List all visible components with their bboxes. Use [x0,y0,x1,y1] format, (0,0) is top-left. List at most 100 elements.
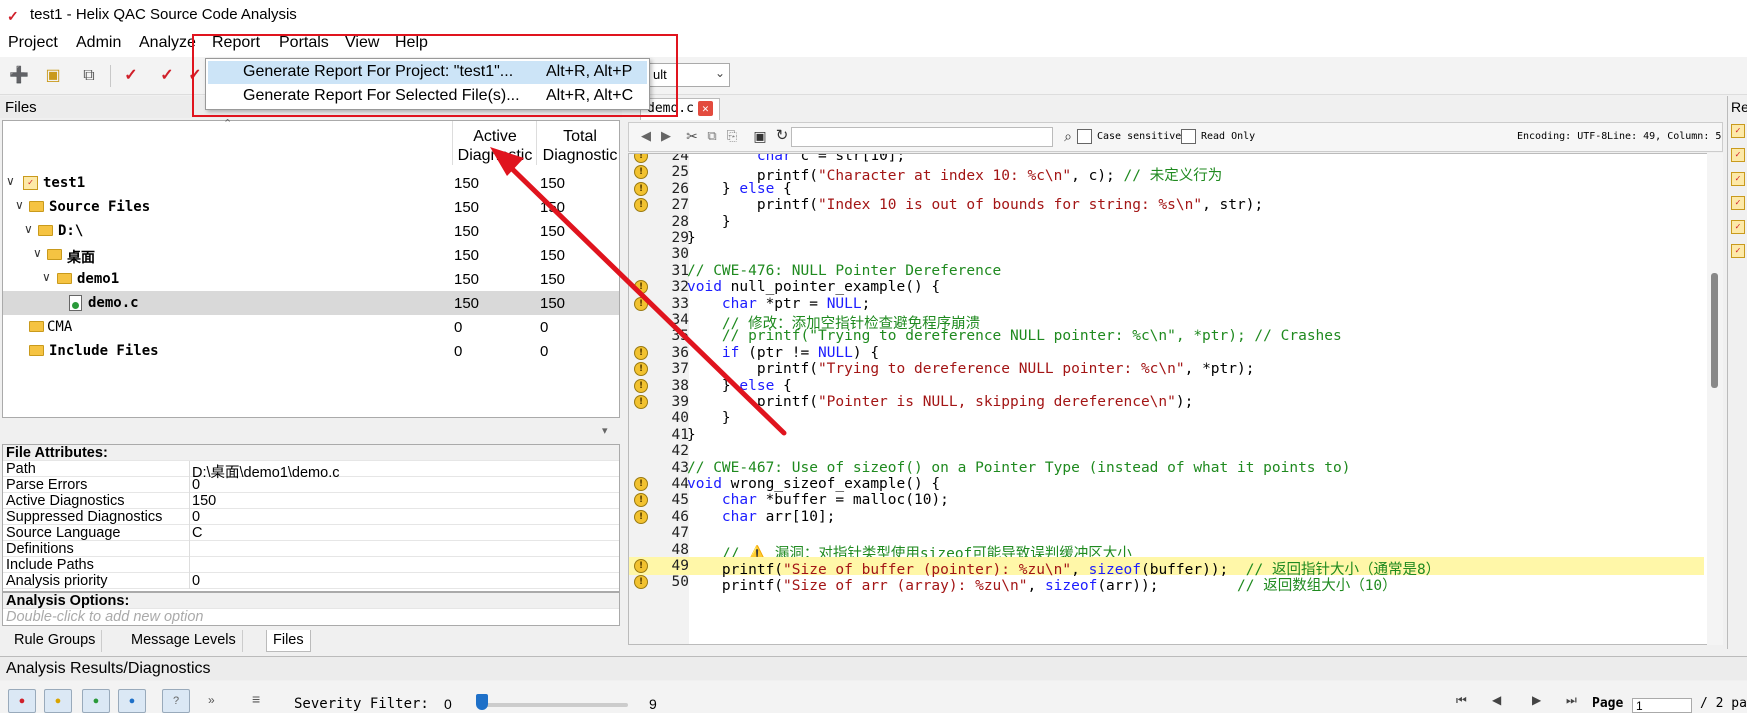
project-icon[interactable]: ✓ [1731,244,1745,258]
tree-row-cma[interactable]: CMA 0 0 [3,315,619,339]
help-filter-icon[interactable]: ? [162,689,190,713]
tab-rule-groups[interactable]: Rule Groups [8,630,103,652]
tree-row-test1[interactable]: ∨ ✓ test1 150 150 [3,171,619,195]
code-line[interactable]: ! 36 if (ptr != NULL) { [629,344,1704,362]
menu-analyze[interactable]: Analyze [139,34,196,52]
project-icon[interactable]: ✓ [1731,196,1745,210]
editor-search-input[interactable] [791,127,1053,147]
diagnostic-marker-icon[interactable]: ! [634,575,648,590]
attr-row[interactable]: Analysis priority 0 [3,573,619,589]
diagnostic-marker-icon[interactable]: ! [634,395,648,409]
case-sensitive-checkbox[interactable] [1077,129,1092,144]
tree-row-desktop[interactable]: ∨ 桌面 150 150 [3,243,619,267]
code-line[interactable]: 47 [629,524,1704,542]
severity-slider-track[interactable] [478,703,628,707]
code-line[interactable]: 41} [629,426,1704,444]
code-line[interactable]: 40 } [629,409,1704,427]
code-line[interactable]: ! 39 printf("Pointer is NULL, skipping de… [629,393,1704,411]
list-icon[interactable]: ≡ [252,691,260,707]
sort-up-icon[interactable]: ⌃ [223,117,232,130]
tree-row-drive[interactable]: ∨ D:\ 150 150 [3,219,619,243]
diagnostic-marker-icon[interactable]: ! [634,362,648,377]
code-line[interactable]: ! 45 char *buffer = malloc(10); [629,491,1704,509]
code-line[interactable]: 43// CWE-467: Use of sizeof() on a Point… [629,459,1704,477]
add-option-hint[interactable]: Double-click to add new option [3,609,619,625]
code-line[interactable]: ! 44 void wrong_sizeof_example() { [629,475,1704,493]
code-line[interactable]: ! 26 } else { [629,180,1704,198]
forward-icon[interactable]: ▶ [655,125,677,147]
close-tab-icon[interactable]: ✕ [697,101,713,116]
project-icon[interactable]: ✓ [1731,220,1745,234]
clean-analyze-icon[interactable]: ✓ [156,65,178,87]
tab-message-levels[interactable]: Message Levels [125,630,243,652]
chevron-down-icon[interactable]: ∨ [6,174,15,188]
chevron-down-icon[interactable]: ∨ [33,246,42,260]
code-line[interactable]: 42 [629,442,1704,460]
diagnostic-marker-icon[interactable]: ! [634,509,648,524]
attr-row[interactable]: Active Diagnostics 150 [3,493,619,509]
scrollbar-thumb[interactable] [1711,273,1718,388]
cut-icon[interactable]: ✂ [681,125,703,147]
attr-row[interactable]: Definitions [3,541,619,557]
code-line[interactable]: ! 32 void null_pointer_example() { [629,278,1704,296]
code-line[interactable]: 28 } [629,213,1704,231]
attr-row[interactable]: Suppressed Diagnostics 0 [3,509,619,525]
code-line[interactable]: ! 50 printf("Size of arr (array): %zu\n",… [629,573,1704,594]
project-icon[interactable]: ✓ [1731,172,1745,186]
save-icon[interactable]: ▣ [749,125,771,147]
project-icon[interactable]: ✓ [1731,124,1745,138]
diagnostic-marker-icon[interactable]: ! [634,198,648,213]
code-line[interactable]: ! 46 char arr[10]; [629,508,1704,526]
diagnostic-marker-icon[interactable]: ! [634,181,648,196]
menu-project[interactable]: Project [8,34,58,52]
more-icon[interactable]: » [208,693,215,707]
column-active-diagnostic[interactable]: Active Diagnostic [455,127,535,165]
diagnostic-marker-icon[interactable]: ! [634,165,648,180]
attr-row[interactable]: Source Language C [3,525,619,541]
save-all-icon[interactable]: ⧉ [78,65,100,87]
read-only-checkbox[interactable] [1181,129,1196,144]
code-line[interactable]: 29} [629,229,1704,247]
code-line[interactable]: ! 33 char *ptr = NULL; [629,295,1704,313]
next-page-icon[interactable]: ▶ [1532,693,1541,707]
attr-row[interactable]: Include Paths [3,557,619,573]
severity-slider-thumb[interactable] [476,694,488,710]
code-line[interactable]: ! 25 printf("Character at index 10: %c\n"… [629,163,1704,184]
attr-row[interactable]: Path D:\桌面\demo1\demo.c [3,461,619,481]
search-icon[interactable]: ⌕ [1057,125,1079,147]
editor-scrollbar[interactable] [1707,153,1723,645]
chevron-down-icon[interactable]: ∨ [42,270,51,284]
code-line[interactable]: ! 49 printf("Size of buffer (pointer): %z… [629,557,1704,578]
code-line[interactable]: 35 // printf("Trying to dereference NULL… [629,327,1704,345]
code-line[interactable]: ! 38 } else { [629,377,1704,395]
chevron-down-icon[interactable]: ∨ [15,198,24,212]
open-project-icon[interactable]: ▣ [42,65,64,87]
diagnostic-marker-icon[interactable]: ! [634,154,648,163]
last-page-icon[interactable]: ⏭ [1566,693,1577,708]
diagnostic-marker-icon[interactable]: ! [634,296,648,311]
analysis-options[interactable]: Analysis Options: Double-click to add ne… [2,592,620,626]
tree-row-include-files[interactable]: Include Files 0 0 [3,339,619,363]
back-icon[interactable]: ◀ [635,125,657,147]
code-line[interactable]: ! 27 printf("Index 10 is out of bounds fo… [629,196,1704,214]
tree-row-demo1[interactable]: ∨ demo1 150 150 [3,267,619,291]
menu-admin[interactable]: Admin [76,34,121,52]
code-line[interactable]: ! 37 printf("Trying to dereference NULL p… [629,360,1704,378]
tree-row-source-files[interactable]: ∨ Source Files 150 150 [3,195,619,219]
page-input[interactable]: 1 [1632,698,1692,713]
attributes-splitter[interactable]: ▾ [2,422,620,442]
code-line[interactable]: 30 [629,245,1704,263]
diagnostic-marker-icon[interactable]: ! [634,559,648,573]
paste-icon[interactable]: ⎘ [721,125,743,147]
note-filter-icon[interactable]: ● [118,689,146,713]
copy-icon[interactable]: ⧉ [701,125,723,147]
tree-row-demo-c[interactable]: demo.c 150 150 [3,291,619,315]
column-total-diagnostic[interactable]: Total Diagnostic [539,127,621,165]
code-line[interactable]: 34 // 修改：添加空指针检查避免程序崩溃 [629,311,1704,332]
project-icon[interactable]: ✓ [1731,148,1745,162]
new-project-icon[interactable]: ➕ [8,65,30,87]
info-filter-icon[interactable]: ● [82,689,110,713]
diagnostic-marker-icon[interactable]: ! [634,378,648,393]
prev-page-icon[interactable]: ◀ [1492,693,1501,707]
tab-files[interactable]: Files [266,630,311,652]
